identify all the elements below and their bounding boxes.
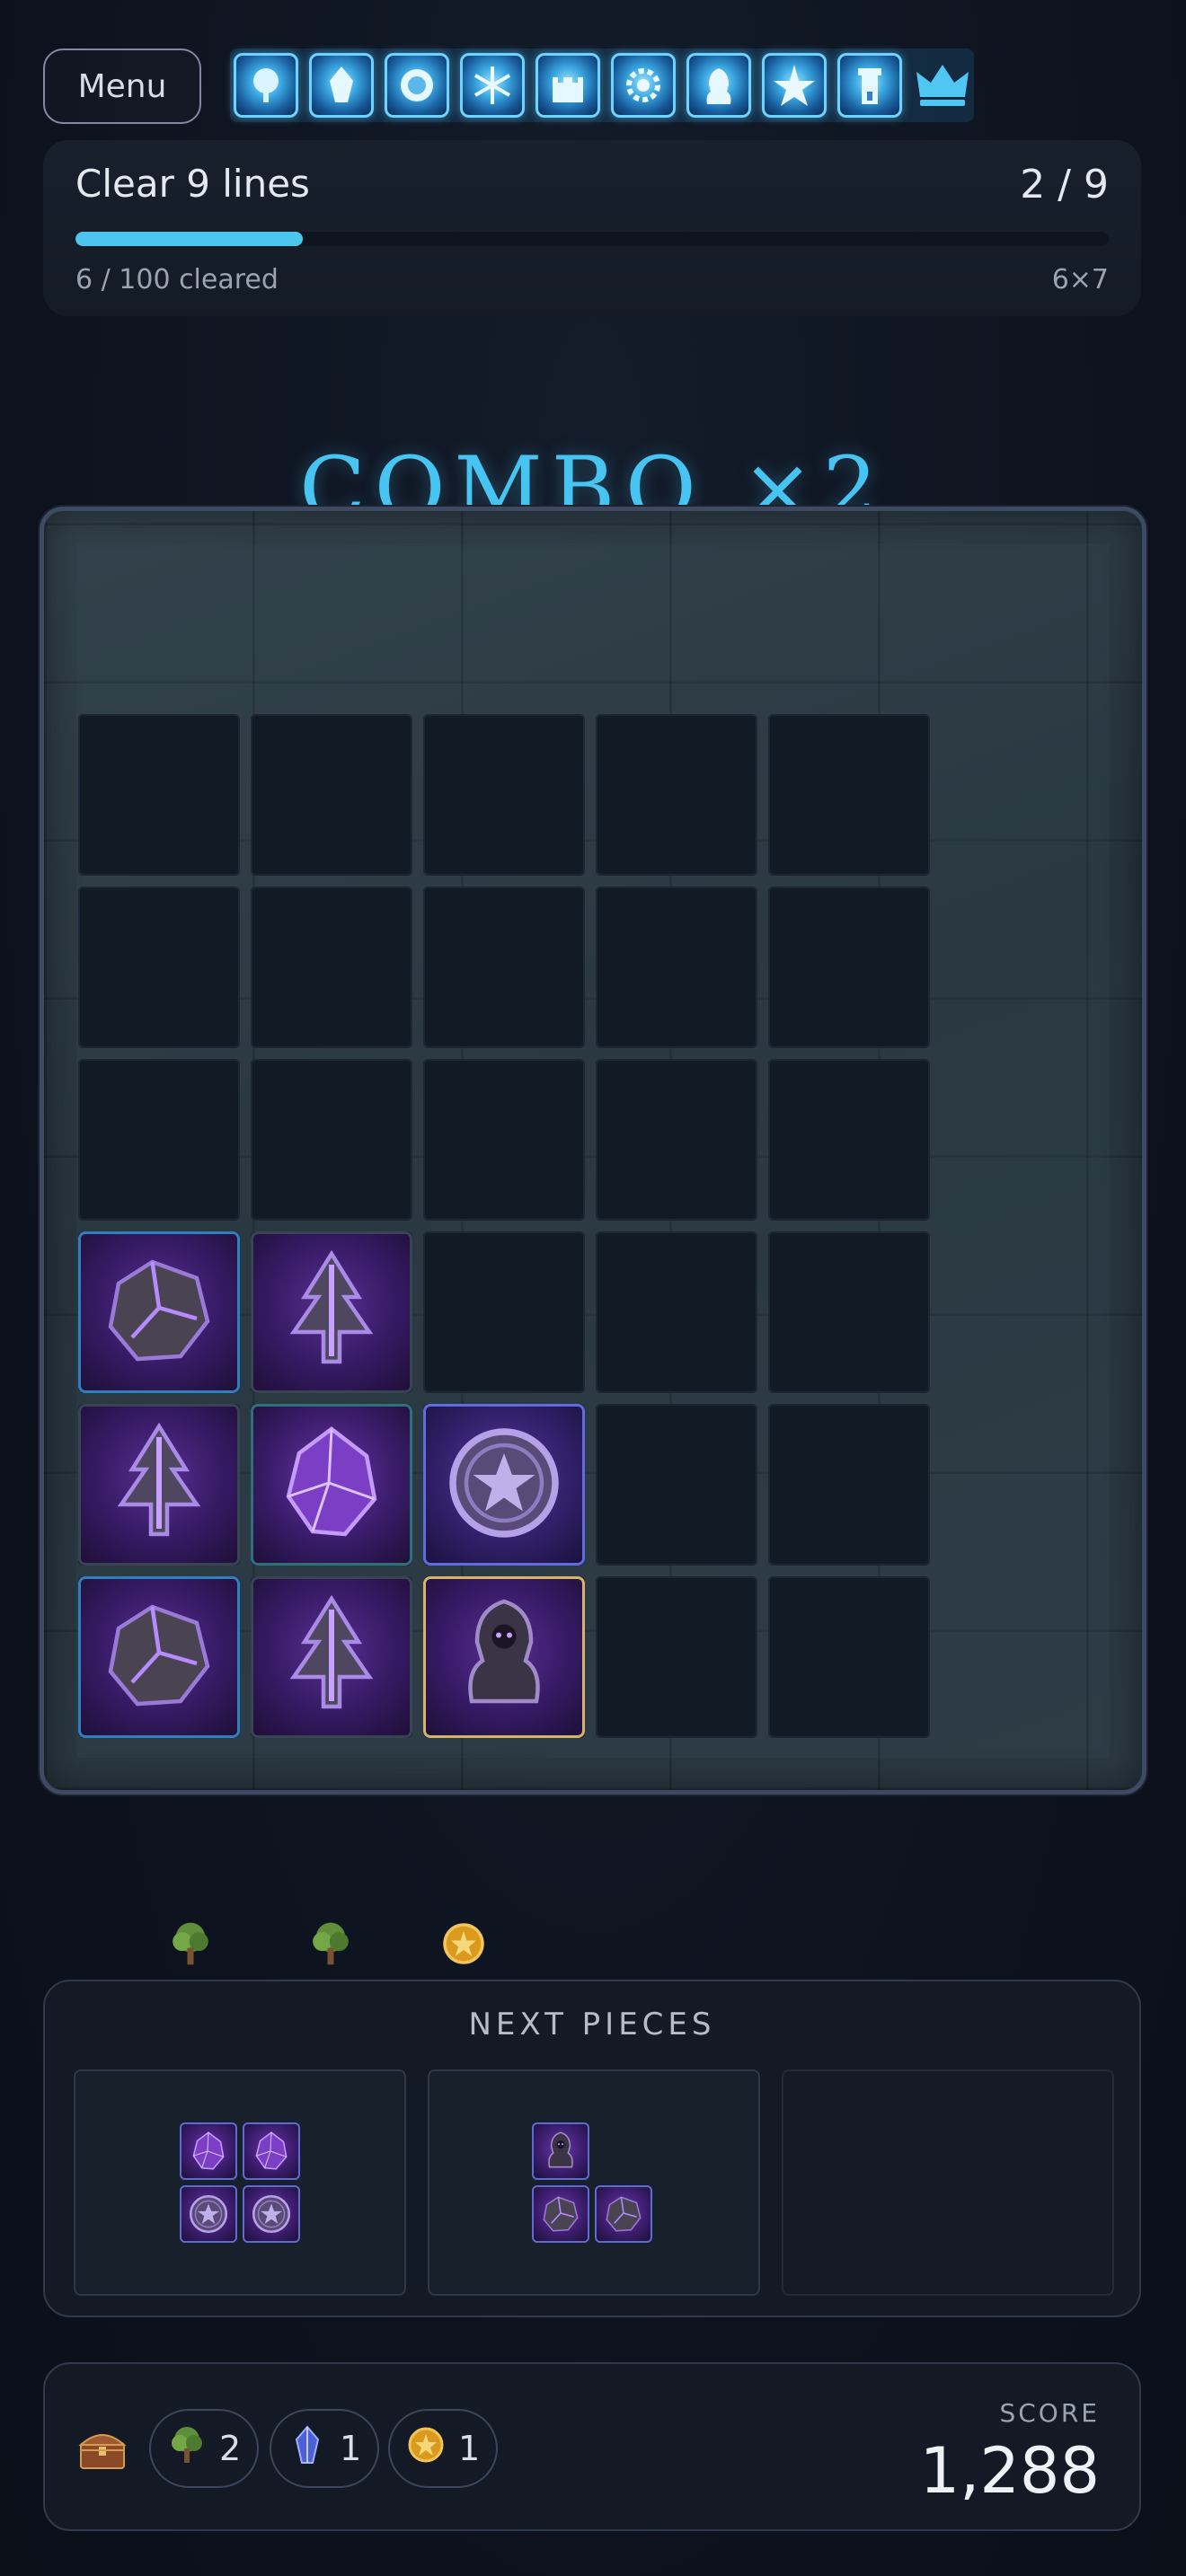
objective-panel: Clear 9 lines 2 / 9 6 / 100 cleared 6×7 <box>43 140 1141 316</box>
crystal-resource: 1 <box>270 2409 380 2488</box>
shield-tile[interactable] <box>423 1404 585 1566</box>
shield-mini-tile <box>243 2185 300 2243</box>
crystal-icon <box>264 1416 399 1554</box>
board-cell[interactable] <box>596 1576 757 1738</box>
coin-icon <box>438 1919 489 1969</box>
tree-icon <box>92 1416 226 1554</box>
star-tile-icon <box>762 53 827 118</box>
menu-button[interactable]: Menu <box>43 49 201 124</box>
rock-tile[interactable] <box>78 1231 240 1393</box>
knight-tile-icon <box>686 53 751 118</box>
board-cell[interactable] <box>768 887 930 1048</box>
gear-tile-icon <box>611 53 676 118</box>
chest-icon[interactable] <box>77 2423 128 2474</box>
tree-icon <box>165 1919 216 1969</box>
board-cell[interactable] <box>596 1404 757 1566</box>
shield-mini-tile <box>180 2185 237 2243</box>
board-cell[interactable] <box>596 1059 757 1221</box>
board-cell[interactable] <box>423 1059 585 1221</box>
tree-icon <box>165 2423 208 2475</box>
board-cell[interactable] <box>768 1231 930 1393</box>
next-pieces-title: NEXT PIECES <box>468 2007 716 2042</box>
resource-count: 1 <box>458 2429 481 2468</box>
objective-progress-fill <box>75 232 303 246</box>
crystal-icon <box>286 2423 329 2475</box>
shield-icon <box>437 1416 571 1554</box>
next-piece-slot[interactable] <box>782 2069 1114 2296</box>
objective-title: Clear 9 lines <box>75 162 310 206</box>
tree-icon <box>264 1243 399 1381</box>
score-label: SCORE <box>999 2398 1100 2428</box>
reward-icons-row <box>0 1919 1186 1972</box>
rock-mini-tile <box>532 2185 589 2243</box>
knight-tile[interactable] <box>423 1576 585 1738</box>
next-piece-slot[interactable] <box>428 2069 760 2296</box>
tree-tile[interactable] <box>78 1404 240 1566</box>
rock-tile[interactable] <box>78 1576 240 1738</box>
board-cell[interactable] <box>768 714 930 876</box>
shield-tile-icon <box>385 53 449 118</box>
knight-icon <box>437 1588 571 1726</box>
board-cell[interactable] <box>78 1059 240 1221</box>
crystal-tile-icon <box>309 53 374 118</box>
next-piece-slot[interactable] <box>74 2069 406 2296</box>
coin-icon <box>404 2423 447 2475</box>
board-cell[interactable] <box>423 887 585 1048</box>
tower-tile-icon <box>837 53 902 118</box>
board-cell[interactable] <box>596 887 757 1048</box>
snowflake-tile-icon <box>460 53 525 118</box>
board-cell[interactable] <box>78 714 240 876</box>
board-cell[interactable] <box>768 1576 930 1738</box>
rock-mini-tile <box>595 2185 652 2243</box>
board-cell[interactable] <box>423 714 585 876</box>
game-board[interactable] <box>40 507 1146 1795</box>
coin-resource: 1 <box>388 2409 499 2488</box>
tree-icon <box>305 1919 356 1969</box>
crown-icon <box>916 65 969 106</box>
board-cell[interactable] <box>251 887 412 1048</box>
next-pieces-panel: NEXT PIECES <box>43 1980 1141 2317</box>
resource-count: 2 <box>219 2429 242 2468</box>
tree-tile-icon <box>234 53 298 118</box>
board-cell[interactable] <box>596 714 757 876</box>
cleared-count: 6 / 100 cleared <box>75 264 279 296</box>
tree-tile[interactable] <box>251 1231 412 1393</box>
crystal-mini-tile <box>180 2122 237 2180</box>
board-cell[interactable] <box>768 1059 930 1221</box>
tree-icon <box>264 1588 399 1726</box>
tree-tile[interactable] <box>251 1576 412 1738</box>
resource-count: 1 <box>340 2429 362 2468</box>
board-cell[interactable] <box>423 1231 585 1393</box>
castle-tile-icon <box>535 53 600 118</box>
bottom-bar: 2 1 1 SCORE 1,288 <box>43 2362 1141 2531</box>
tree-resource: 2 <box>149 2409 260 2488</box>
board-cell[interactable] <box>78 887 240 1048</box>
rock-icon <box>92 1243 226 1381</box>
score-value: 1,288 <box>919 2434 1100 2508</box>
board-grid[interactable] <box>76 543 1110 1758</box>
board-cell[interactable] <box>596 1231 757 1393</box>
grid-size-label: 6×7 <box>1051 264 1109 296</box>
objective-progress-bar <box>75 232 1109 246</box>
collection-strip <box>230 49 974 122</box>
crystal-tile[interactable] <box>251 1404 412 1566</box>
board-cell[interactable] <box>251 714 412 876</box>
board-cell[interactable] <box>768 1404 930 1566</box>
objective-progress-count: 2 / 9 <box>1020 162 1109 207</box>
rock-icon <box>92 1588 226 1726</box>
board-cell[interactable] <box>251 1059 412 1221</box>
knight-mini-tile <box>532 2122 589 2180</box>
crystal-mini-tile <box>243 2122 300 2180</box>
